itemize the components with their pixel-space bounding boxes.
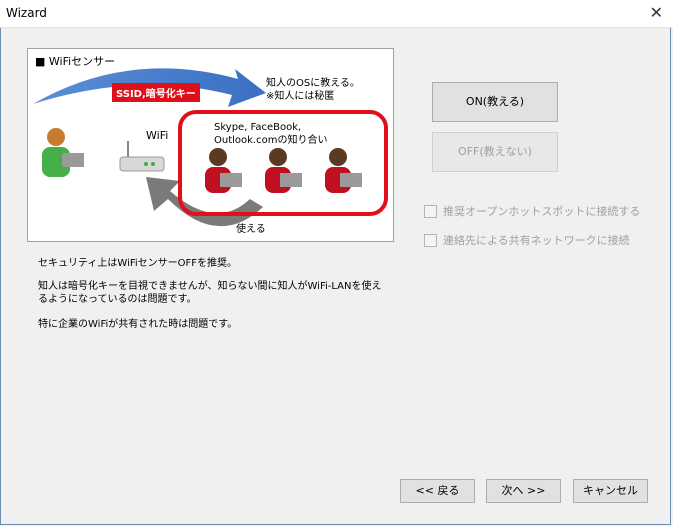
use-label: 使える <box>236 224 266 235</box>
back-button[interactable]: << 戻る <box>400 479 475 503</box>
recommendation-text: セキュリティ上はWiFiセンサーOFFを推奨。 <box>38 258 238 269</box>
router-icon <box>119 141 165 172</box>
checkbox-label: 推奨オープンホットスポットに接続する <box>443 205 641 218</box>
window-title: Wizard <box>6 6 47 20</box>
on-button[interactable]: ON(教える) <box>432 82 558 122</box>
friend-icon <box>265 148 302 193</box>
next-button[interactable]: 次へ >> <box>486 479 561 503</box>
wifi-label: WiFi <box>146 129 169 142</box>
contacts-network-checkbox[interactable]: 連絡先による共有ネットワークに接続 <box>424 232 630 248</box>
cancel-button[interactable]: キャンセル <box>573 479 648 503</box>
open-hotspot-checkbox[interactable]: 推奨オープンホットスポットに接続する <box>424 203 640 219</box>
checkbox-box[interactable] <box>424 233 437 247</box>
wifi-sensor-illustration: ■ WiFiセンサー SSID,暗号化キー 知人のOSに教える。 ※知人には秘匿… <box>27 48 394 242</box>
warning-text: 知人は暗号化キーを目視できませんが、知らない間に知人がWiFi-LANを使え る… <box>38 281 382 305</box>
ssid-key-tag: SSID,暗号化キー <box>112 83 200 102</box>
checkbox-box[interactable] <box>424 204 437 218</box>
title-bar: Wizard ✕ <box>0 0 673 28</box>
tell-friends-label: 知人のOSに教える。 ※知人には秘匿 <box>266 78 360 102</box>
checkbox-label: 連絡先による共有ネットワークに接続 <box>443 234 630 247</box>
friend-icon <box>205 148 242 193</box>
off-button[interactable]: OFF(教えない) <box>432 132 558 172</box>
user-icon <box>42 128 84 177</box>
friends-label: Skype, FaceBook, Outlook.comの知り合い <box>214 122 328 146</box>
friend-icon <box>325 148 362 193</box>
corporate-warning-text: 特に企業のWiFiが共有された時は問題です。 <box>38 319 238 330</box>
return-arrow-icon <box>146 177 263 227</box>
close-icon[interactable]: ✕ <box>650 3 663 22</box>
